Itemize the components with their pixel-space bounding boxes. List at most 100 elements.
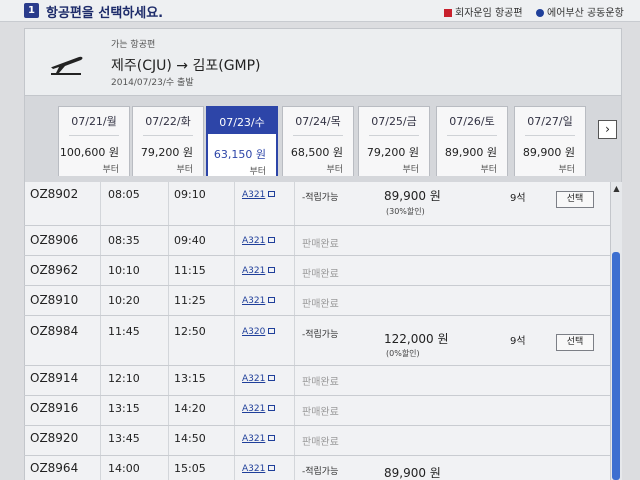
aircraft-link[interactable]: A321 bbox=[242, 374, 276, 384]
date-tab-0726[interactable]: 07/26/토 89,900 원 부터 bbox=[436, 106, 508, 176]
step-title: 항공편을 선택하세요. bbox=[46, 6, 164, 21]
scrollbar-thumb[interactable] bbox=[612, 252, 620, 480]
legend-label: 에어부산 공동운항 bbox=[547, 8, 624, 19]
departure-time: 13:45 bbox=[108, 432, 140, 445]
tab-price: 89,900 원 bbox=[522, 146, 575, 159]
flight-row: OZ8906 08:35 09:40 A321 판매완료 bbox=[24, 226, 610, 256]
aircraft-type: A321 bbox=[242, 266, 266, 276]
flight-row: OZ8984 11:45 12:50 A320 -적립가능 122,000 원 … bbox=[24, 316, 610, 366]
sold-out-label: 판매완료 bbox=[302, 239, 339, 250]
arrival-time: 11:15 bbox=[174, 264, 206, 277]
tab-price: 79,200 원 bbox=[140, 146, 193, 159]
flight-row: OZ8916 13:15 14:20 A321 판매완료 bbox=[24, 396, 610, 426]
sold-out-label: 판매완료 bbox=[302, 407, 339, 418]
seats-left: 9석 bbox=[510, 193, 526, 204]
popup-icon bbox=[268, 328, 276, 334]
date-tab-0723[interactable]: 07/23/수 63,150 원 부터 bbox=[206, 106, 278, 177]
route-date: 2014/07/23/수 출발 bbox=[111, 78, 194, 88]
discount-rate: (30%할인) bbox=[386, 207, 425, 216]
plane-icon bbox=[51, 56, 83, 75]
date-tab-0727[interactable]: 07/27/일 89,900 원 부터 bbox=[514, 106, 586, 176]
flight-row: OZ8962 10:10 11:15 A321 판매완료 bbox=[24, 256, 610, 286]
departure-time: 11:45 bbox=[108, 325, 140, 338]
blue-dot-icon bbox=[536, 9, 544, 17]
red-flag-icon bbox=[444, 9, 452, 17]
flight-number: OZ8906 bbox=[30, 233, 79, 247]
sold-out-label: 판매완료 bbox=[302, 377, 339, 388]
tab-from: 부터 bbox=[402, 165, 419, 175]
tab-price: 68,500 원 bbox=[290, 146, 343, 159]
aircraft-link[interactable]: A320 bbox=[242, 327, 276, 337]
tab-date: 07/25/금 bbox=[371, 115, 417, 128]
arrival-time: 14:20 bbox=[174, 402, 206, 415]
departure-time: 10:10 bbox=[108, 264, 140, 277]
fare-price: 122,000 원 bbox=[384, 332, 449, 346]
tab-from: 부터 bbox=[249, 167, 266, 177]
departure-time: 08:05 bbox=[108, 188, 140, 201]
flight-number: OZ8902 bbox=[30, 187, 79, 201]
flight-row: OZ8910 10:20 11:25 A321 판매완료 bbox=[24, 286, 610, 316]
flight-number: OZ8984 bbox=[30, 324, 79, 338]
popup-icon bbox=[268, 465, 276, 471]
aircraft-type: A321 bbox=[242, 190, 266, 200]
sold-out-label: 판매완료 bbox=[302, 437, 339, 448]
aircraft-link[interactable]: A321 bbox=[242, 434, 276, 444]
flight-row: OZ8964 14:00 15:05 A321 -적립가능 89,900 원 bbox=[24, 456, 610, 480]
divider bbox=[293, 135, 343, 136]
legend-item-codeshare: 에어부산 공동운항 bbox=[536, 4, 624, 19]
flight-row: OZ8902 08:05 09:10 A321 -적립가능 89,900 원 (… bbox=[24, 182, 610, 226]
tab-from: 부터 bbox=[176, 165, 193, 175]
tab-from: 부터 bbox=[480, 165, 497, 175]
aircraft-link[interactable]: A321 bbox=[242, 236, 276, 246]
tab-price: 63,150 원 bbox=[213, 148, 266, 161]
sold-out-label: 판매완료 bbox=[302, 269, 339, 280]
aircraft-link[interactable]: A321 bbox=[242, 190, 276, 200]
legend-label: 회자운임 항공편 bbox=[455, 8, 523, 19]
scroll-up-arrow-icon[interactable]: ▲ bbox=[611, 183, 622, 194]
date-tab-0724[interactable]: 07/24/목 68,500 원 부터 bbox=[282, 106, 354, 176]
tab-from: 부터 bbox=[558, 165, 575, 175]
arrival-time: 09:40 bbox=[174, 234, 206, 247]
arrival-time: 12:50 bbox=[174, 325, 206, 338]
mileage-status: -적립가능 bbox=[302, 330, 339, 340]
arrival-time: 09:10 bbox=[174, 188, 206, 201]
select-flight-button[interactable]: 선택 bbox=[556, 334, 594, 351]
select-flight-button[interactable]: 선택 bbox=[556, 191, 594, 208]
aircraft-link[interactable]: A321 bbox=[242, 464, 276, 474]
aircraft-link[interactable]: A321 bbox=[242, 296, 276, 306]
tab-from: 부터 bbox=[102, 165, 119, 175]
next-week-button[interactable]: › bbox=[598, 120, 617, 139]
flight-row: OZ8920 13:45 14:50 A321 판매완료 bbox=[24, 426, 610, 456]
aircraft-link[interactable]: A321 bbox=[242, 404, 276, 414]
tab-date: 07/26/토 bbox=[449, 115, 495, 128]
sold-out-label: 판매완료 bbox=[302, 299, 339, 310]
discount-rate: (0%할인) bbox=[386, 349, 420, 358]
tab-date: 07/24/목 bbox=[295, 115, 341, 128]
flight-number: OZ8910 bbox=[30, 293, 79, 307]
departure-time: 12:10 bbox=[108, 372, 140, 385]
popup-icon bbox=[268, 435, 276, 441]
mileage-status: -적립가능 bbox=[302, 467, 339, 477]
route-subtitle: 가는 항공편 bbox=[111, 40, 156, 50]
aircraft-type: A321 bbox=[242, 296, 266, 306]
aircraft-link[interactable]: A321 bbox=[242, 266, 276, 276]
flight-number: OZ8964 bbox=[30, 461, 79, 475]
arrival-time: 15:05 bbox=[174, 462, 206, 475]
arrival-time: 13:15 bbox=[174, 372, 206, 385]
date-tab-0722[interactable]: 07/22/화 79,200 원 부터 bbox=[132, 106, 204, 176]
step-header: 1 항공편을 선택하세요. 회자운임 항공편 에어부산 공동운항 bbox=[0, 0, 640, 22]
arrival-time: 11:25 bbox=[174, 294, 206, 307]
aircraft-type: A321 bbox=[242, 374, 266, 384]
step-number-badge: 1 bbox=[24, 3, 39, 18]
route-title: 제주(CJU) → 김포(GMP) bbox=[111, 58, 261, 74]
divider bbox=[143, 135, 193, 136]
flight-number: OZ8920 bbox=[30, 431, 79, 445]
tab-price: 100,600 원 bbox=[59, 146, 119, 159]
popup-icon bbox=[268, 237, 276, 243]
date-tab-0725[interactable]: 07/25/금 79,200 원 부터 bbox=[358, 106, 430, 176]
tab-from: 부터 bbox=[326, 165, 343, 175]
departure-time: 13:15 bbox=[108, 402, 140, 415]
divider bbox=[447, 135, 497, 136]
date-tab-0721[interactable]: 07/21/월 100,600 원 부터 bbox=[58, 106, 130, 176]
flight-number: OZ8914 bbox=[30, 371, 79, 385]
